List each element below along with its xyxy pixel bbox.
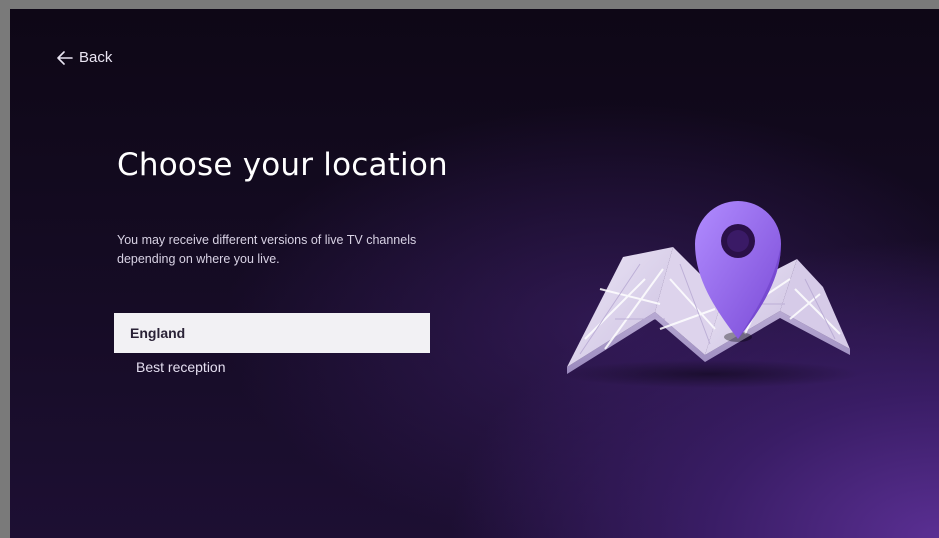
page-title: Choose your location <box>117 147 448 183</box>
screen: Back Choose your location You may receiv… <box>10 9 939 538</box>
back-label: Back <box>79 49 113 66</box>
location-option-england[interactable]: England <box>114 313 430 353</box>
location-option-sublabel: Best reception <box>136 359 226 375</box>
page-description: You may receive different versions of li… <box>117 233 417 266</box>
tv-frame: Back Choose your location You may receiv… <box>0 0 939 538</box>
location-option-label: England <box>130 325 186 341</box>
back-button[interactable]: Back <box>57 49 112 66</box>
arrow-left-icon <box>57 50 73 65</box>
location-illustration <box>560 201 860 388</box>
